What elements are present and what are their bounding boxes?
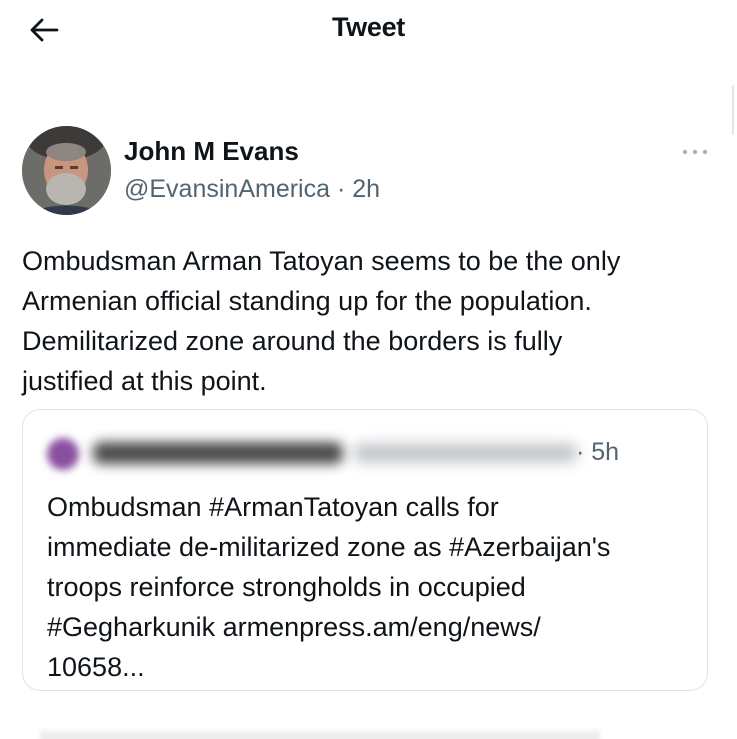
quoted-text-line: immediate de-militarized zone as #Azerba… bbox=[47, 532, 611, 562]
quoted-author-handle-blurred bbox=[353, 444, 578, 462]
tweet-text-line: justified at this point. bbox=[22, 366, 267, 396]
tweet-text-line: Armenian official standing up for the po… bbox=[22, 286, 592, 316]
tweet-time[interactable]: 2h bbox=[352, 175, 380, 203]
author-handle[interactable]: @EvansinAmerica bbox=[124, 175, 330, 203]
tweet-text-line: Demilitarized zone around the borders is… bbox=[22, 326, 563, 356]
tweet-screen: Tweet John M Evans @EvansinAmerica · 2h … bbox=[0, 0, 737, 739]
more-dots-icon bbox=[682, 149, 708, 155]
avatar[interactable] bbox=[22, 126, 111, 215]
page-title: Tweet bbox=[331, 12, 405, 42]
quoted-tweet-text: Ombudsman #ArmanTatoyan calls for immedi… bbox=[47, 487, 697, 687]
quoted-text-line: 10658... bbox=[47, 652, 145, 682]
more-button[interactable] bbox=[675, 140, 715, 164]
tweet-text-line: Ombudsman Arman Tatoyan seems to be the … bbox=[22, 246, 621, 276]
author-meta: @EvansinAmerica · 2h bbox=[124, 175, 380, 204]
meta-separator: · bbox=[336, 175, 346, 203]
quoted-avatar-blurred bbox=[47, 438, 79, 470]
quoted-tweet-time: · 5h bbox=[576, 438, 620, 466]
top-bar: Tweet bbox=[0, 0, 737, 60]
cropped-bottom-row bbox=[40, 730, 600, 739]
scrollbar-edge bbox=[732, 85, 734, 135]
quoted-author-name-blurred bbox=[93, 442, 343, 464]
quoted-tweet-card[interactable]: · 5h Ombudsman #ArmanTatoyan calls for i… bbox=[22, 409, 708, 691]
quoted-text-line: troops reinforce strongholds in occupied bbox=[47, 572, 526, 602]
quoted-text-line: #Gegharkunik armenpress.am/eng/news/ bbox=[47, 612, 541, 642]
tweet-text: Ombudsman Arman Tatoyan seems to be the … bbox=[22, 241, 712, 401]
author-name[interactable]: John M Evans bbox=[124, 136, 299, 167]
avatar-photo bbox=[22, 126, 111, 215]
quoted-text-line: Ombudsman #ArmanTatoyan calls for bbox=[47, 492, 499, 522]
